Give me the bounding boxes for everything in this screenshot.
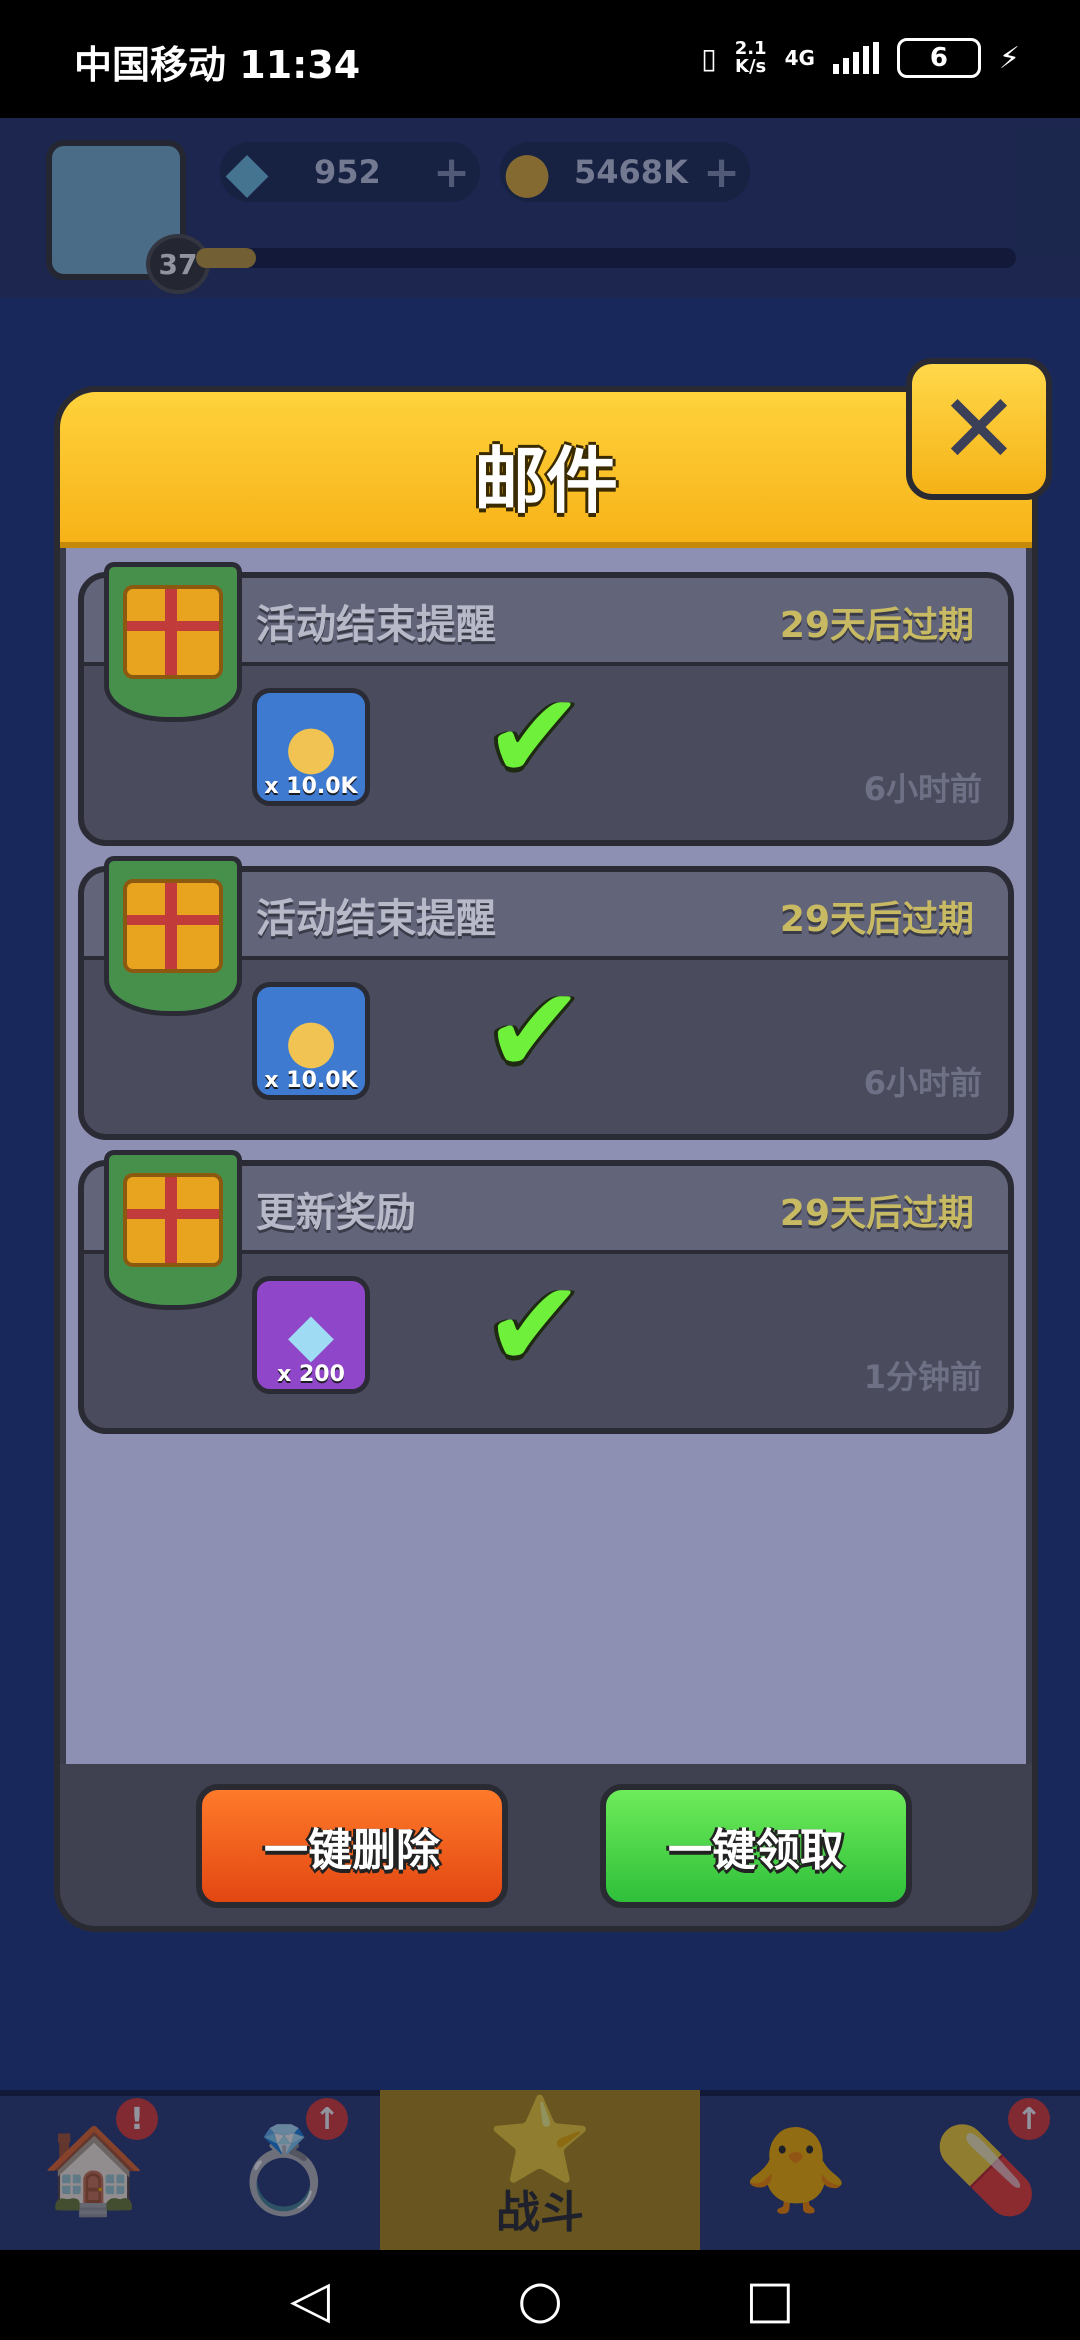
- mail-item[interactable]: 活动结束提醒 29天后过期 ● x 10.0K ✔ 6小时前: [78, 562, 1014, 846]
- gem-icon: ◆: [287, 1300, 335, 1370]
- mail-received-time: 6小时前: [863, 770, 982, 808]
- mail-received-time: 1分钟前: [863, 1358, 982, 1396]
- reward-item[interactable]: ◆ x 200: [252, 1276, 370, 1394]
- claim-all-button[interactable]: 一键领取: [600, 1784, 912, 1908]
- charging-icon: ⚡: [998, 40, 1020, 76]
- mail-item[interactable]: 活动结束提醒 29天后过期 ● x 10.0K ✔ 6小时前: [78, 856, 1014, 1140]
- status-icons: ▯ 2.1 K/s 4G 6 ⚡: [701, 38, 1020, 78]
- recents-icon[interactable]: □: [740, 2270, 800, 2330]
- delete-all-button[interactable]: 一键删除: [196, 1784, 508, 1908]
- claimed-check-icon: ✔: [484, 1256, 585, 1395]
- mail-expiry: 29天后过期: [779, 1193, 974, 1234]
- coin-icon: ●: [284, 712, 338, 782]
- home-icon[interactable]: ○: [510, 2270, 570, 2330]
- network-speed: 2.1 K/s: [734, 38, 767, 77]
- gift-icon: [104, 856, 242, 1016]
- gift-icon: [104, 1150, 242, 1310]
- reward-quantity: x 10.0K: [264, 774, 358, 799]
- reward-item[interactable]: ● x 10.0K: [252, 688, 370, 806]
- mail-expiry: 29天后过期: [779, 605, 974, 646]
- close-icon: ✕: [938, 373, 1020, 485]
- reward-quantity: x 10.0K: [264, 1068, 358, 1093]
- close-button[interactable]: ✕: [906, 358, 1052, 500]
- reward-quantity: x 200: [277, 1362, 345, 1387]
- gift-icon: [104, 562, 242, 722]
- signal-icon: [832, 42, 879, 74]
- network-type: 4G: [784, 46, 815, 70]
- status-bar: 中国移动 11:34 ▯ 2.1 K/s 4G 6 ⚡: [0, 0, 1080, 118]
- mail-title: 更新奖励: [256, 1190, 416, 1236]
- mail-title: 活动结束提醒: [256, 896, 496, 942]
- mail-received-time: 6小时前: [863, 1064, 982, 1102]
- claimed-check-icon: ✔: [484, 962, 585, 1101]
- claimed-check-icon: ✔: [484, 668, 585, 807]
- carrier-and-time: 中国移动 11:34: [74, 43, 361, 87]
- mail-item[interactable]: 更新奖励 29天后过期 ◆ x 200 ✔ 1分钟前: [78, 1150, 1014, 1434]
- mail-dialog-title: 邮件: [473, 439, 618, 523]
- mail-title: 活动结束提醒: [256, 602, 496, 648]
- coin-icon: ●: [284, 1006, 338, 1076]
- mail-dialog-header: 邮件: [60, 392, 1032, 548]
- vibrate-icon: ▯: [701, 41, 717, 75]
- reward-item[interactable]: ● x 10.0K: [252, 982, 370, 1100]
- mail-expiry: 29天后过期: [779, 899, 974, 940]
- back-icon[interactable]: ◁: [280, 2270, 340, 2330]
- battery-icon: 6: [896, 38, 981, 78]
